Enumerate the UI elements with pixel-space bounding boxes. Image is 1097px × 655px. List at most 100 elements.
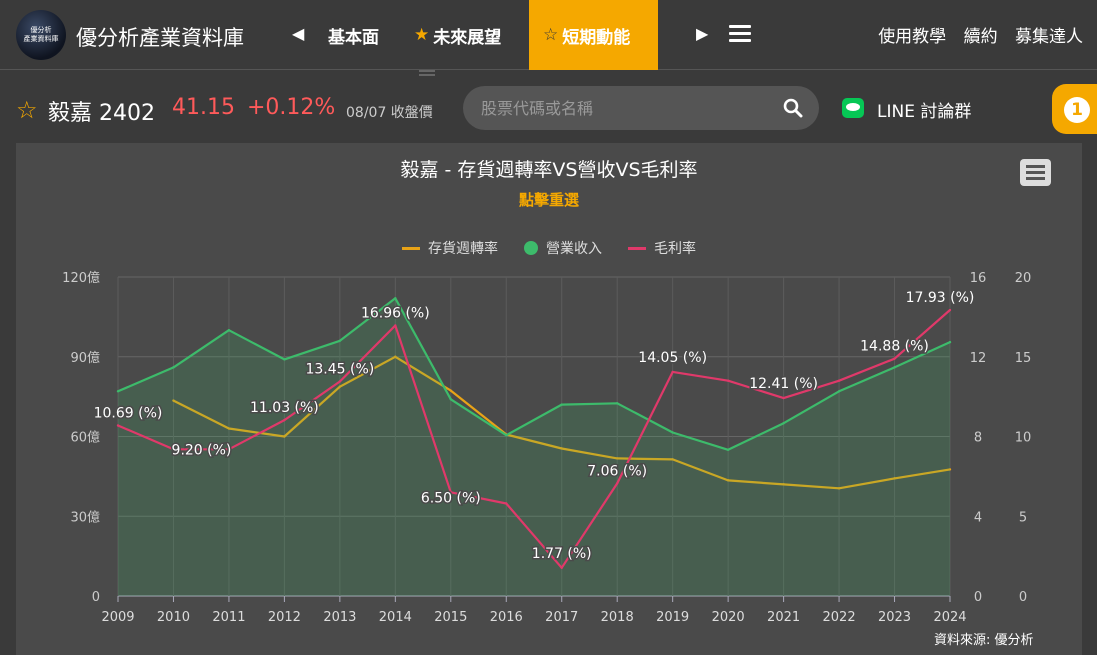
search-input[interactable]: [481, 96, 771, 120]
y-tick-label-margin: 0: [1019, 590, 1027, 605]
data-point-revenue: [671, 431, 674, 434]
y-tick-label-revenue: 60億: [70, 430, 100, 446]
data-point-margin: [782, 396, 785, 400]
brand-title[interactable]: 優分析產業資料庫: [76, 22, 244, 52]
tab-outlook-label: 未來展望: [433, 27, 502, 48]
data-point-margin: [616, 482, 619, 485]
stock-bar: ☆ 毅嘉 2402 41.15 +0.12% 08/07 收盤價 LINE 討論…: [0, 78, 1097, 140]
data-point-margin: [671, 370, 674, 374]
x-tick-label: 2016: [490, 610, 523, 625]
legend-dot-swatch: [524, 241, 538, 255]
brand-logo[interactable]: 優分析 產業資料庫: [16, 10, 66, 60]
y-tick-label-turnover: 12: [970, 351, 987, 366]
stock-name: 毅嘉 2402: [48, 101, 155, 126]
tab-short-term-momentum[interactable]: ☆ 短期動能: [529, 0, 658, 70]
y-tick-label-turnover: 4: [974, 510, 982, 525]
data-point-revenue: [283, 358, 286, 361]
data-point-margin: [394, 324, 397, 327]
legend-item-revenue[interactable]: 營業收入: [524, 238, 602, 258]
data-point-margin: [505, 502, 508, 505]
data-point-revenue: [338, 339, 342, 342]
link-recruit[interactable]: 募集達人: [1015, 27, 1083, 47]
legend-label: 存貨週轉率: [428, 241, 498, 257]
logo-line-2: 產業資料庫: [23, 35, 59, 43]
data-point-revenue: [116, 390, 120, 393]
logo-line-1: 優分析: [30, 26, 52, 34]
y-tick-label-revenue: 0: [92, 590, 100, 605]
data-point-margin: [948, 308, 952, 312]
x-tick-label: 2022: [823, 610, 856, 625]
x-tick-label: 2020: [712, 610, 745, 625]
chart-panel: 0 30億 60億 90億 120億 0 4 8 12 16 0 5 10 15 20 2009 2010 201…: [16, 143, 1082, 655]
drag-handle[interactable]: [419, 70, 435, 76]
notification-tab[interactable]: 1: [1052, 84, 1097, 134]
link-tutorial[interactable]: 使用教學: [878, 27, 946, 47]
data-point-revenue: [449, 398, 452, 401]
chart-title: 毅嘉 - 存貨週轉率VS營收VS毛利率: [400, 159, 698, 181]
data-point-margin: [560, 566, 563, 569]
data-label-margin: 11.03 (%): [250, 400, 319, 416]
data-label-margin: 16.96 (%): [361, 305, 430, 321]
tab-momentum-label: 短期動能: [562, 27, 631, 48]
data-point-revenue: [227, 328, 231, 332]
star-icon: ★: [414, 25, 430, 45]
x-tick-label: 2021: [767, 610, 800, 625]
data-point-revenue: [505, 433, 508, 437]
x-tick-label: 2019: [656, 610, 689, 625]
legend-item-inventory[interactable]: 存貨週轉率: [402, 238, 498, 258]
hamburger-menu-icon[interactable]: [729, 25, 751, 43]
data-source: 資料來源: 優分析: [934, 633, 1034, 648]
favorite-star-icon[interactable]: ☆: [16, 96, 38, 124]
tab-fundamentals-label: 基本面: [328, 27, 379, 48]
nav-next-icon[interactable]: ▶: [696, 24, 708, 43]
stock-change: +0.12%: [247, 95, 336, 120]
chart-reselect-link[interactable]: 點擊重選: [16, 189, 1082, 210]
data-label-margin: 14.88 (%): [860, 339, 929, 355]
link-renew[interactable]: 續約: [964, 27, 998, 47]
search-icon[interactable]: [783, 98, 803, 118]
data-point-margin: [837, 379, 841, 382]
data-label-margin: 12.41 (%): [749, 376, 818, 392]
x-tick-label: 2024: [933, 610, 966, 625]
top-links: 使用教學 續約 募集達人: [866, 22, 1083, 47]
x-tick-label: 2023: [878, 610, 911, 625]
data-point-margin: [893, 357, 896, 360]
chart-context-menu-icon[interactable]: [1020, 159, 1051, 186]
data-point-revenue: [560, 403, 563, 406]
notification-badge: 1: [1064, 97, 1090, 123]
legend-line-swatch: [628, 246, 646, 250]
legend-label: 毛利率: [654, 241, 696, 257]
y-tick-label-revenue: 90億: [70, 350, 100, 366]
x-tick-label: 2010: [157, 610, 190, 625]
x-tick-label: 2017: [545, 610, 578, 625]
x-tick-label: 2015: [434, 610, 467, 625]
data-point-revenue: [837, 390, 841, 393]
tab-fundamentals[interactable]: 基本面: [314, 0, 393, 70]
x-tick-label: 2018: [601, 610, 634, 625]
y-tick-label-revenue: 120億: [62, 270, 100, 286]
line-group-link[interactable]: LINE 討論群: [877, 97, 971, 122]
data-point-margin: [338, 380, 342, 383]
line-app-icon[interactable]: [842, 98, 864, 118]
nav-prev-icon[interactable]: ◀: [292, 24, 304, 43]
data-point-revenue: [172, 366, 175, 369]
x-tick-label: 2011: [212, 610, 245, 625]
legend-label: 營業收入: [546, 241, 602, 257]
search-box: [463, 86, 819, 130]
x-tick-label: 2009: [101, 610, 134, 625]
data-point-revenue: [782, 422, 785, 425]
legend-line-swatch: [402, 246, 420, 250]
data-point-inventory: [449, 389, 452, 392]
data-label-margin: 10.69 (%): [94, 405, 163, 421]
data-point-revenue: [948, 340, 952, 344]
data-point-revenue: [726, 448, 730, 451]
chart-legend: 存貨週轉率 營業收入 毛利率: [16, 238, 1082, 258]
data-point-margin: [726, 379, 730, 382]
x-tick-label: 2014: [379, 610, 412, 625]
data-label-margin: 14.05 (%): [638, 350, 707, 366]
data-point-revenue: [893, 366, 896, 369]
data-label-margin: 9.20 (%): [172, 442, 232, 458]
tab-outlook[interactable]: ★ 未來展望: [400, 0, 515, 70]
y-tick-label-margin: 5: [1019, 510, 1027, 525]
legend-item-margin[interactable]: 毛利率: [628, 238, 696, 258]
